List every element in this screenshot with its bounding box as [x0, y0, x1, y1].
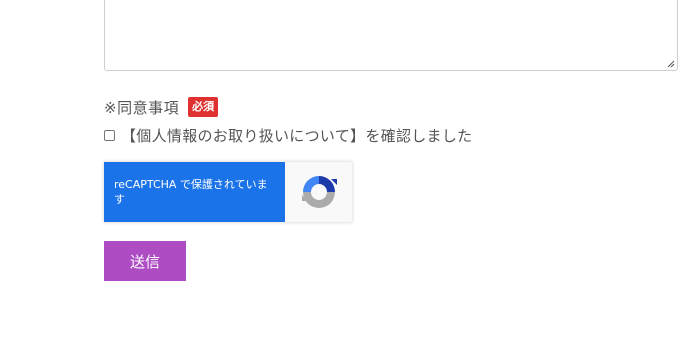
recaptcha-logo-icon — [301, 176, 337, 208]
consent-label: ※同意事項 — [104, 98, 180, 117]
contact-form-page: ※同意事項 必須 【個人情報のお取り扱いについて】を確認しました reCAPTC… — [0, 0, 690, 352]
consent-checkbox-label[interactable]: 【個人情報のお取り扱いについて】を確認しました — [121, 125, 472, 146]
recaptcha-badge[interactable]: reCAPTCHA で保護されています — [104, 162, 352, 222]
submit-button[interactable]: 送信 — [104, 241, 186, 281]
consent-checkbox-row[interactable]: 【個人情報のお取り扱いについて】を確認しました — [104, 125, 472, 145]
consent-label-row: ※同意事項 必須 — [104, 96, 219, 118]
recaptcha-logo-area — [285, 162, 352, 222]
recaptcha-text: reCAPTCHA で保護されています — [104, 162, 285, 222]
consent-checkbox[interactable] — [104, 129, 115, 141]
required-badge: 必須 — [188, 97, 219, 117]
message-textarea[interactable] — [104, 0, 678, 71]
resize-handle-icon[interactable] — [667, 60, 675, 68]
